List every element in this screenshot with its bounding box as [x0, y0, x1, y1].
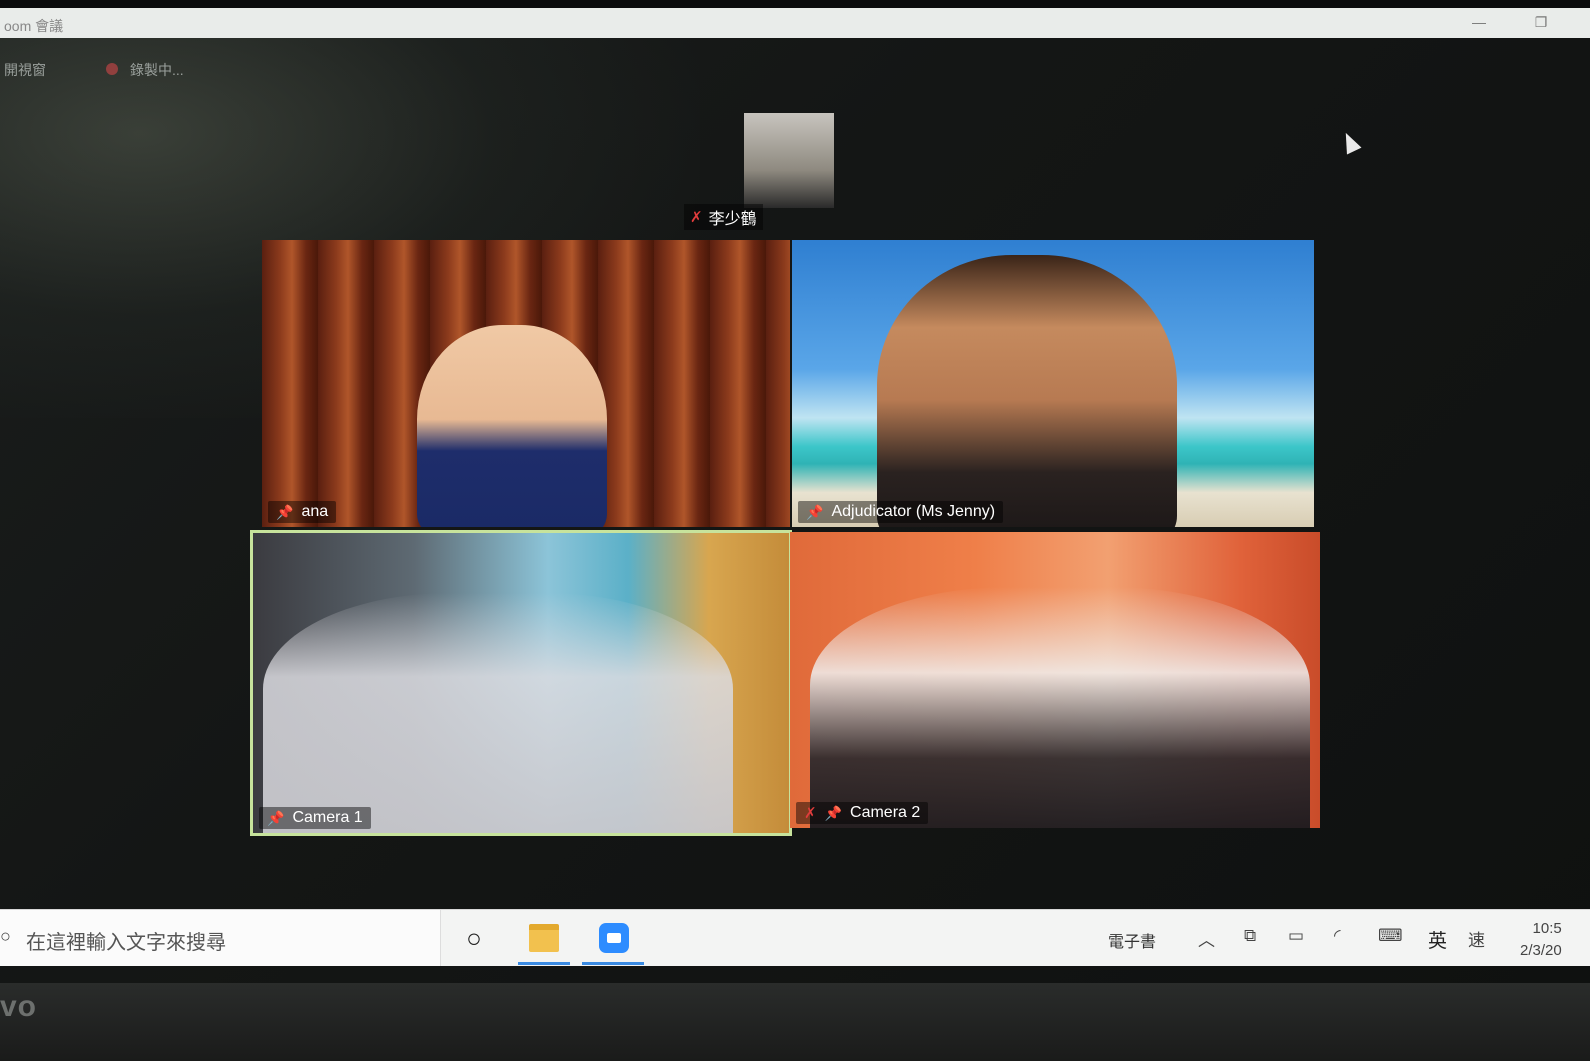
video-tile-ana[interactable]: 📌 ana — [262, 240, 790, 527]
windows-taskbar: ○ 在這裡輸入文字來搜尋 ○ 電子書 ︿ ⧉ ▭ ◜ ⌨ 英 速 10:5 2/… — [0, 909, 1590, 966]
participant-name: Camera 2 — [850, 804, 921, 821]
pin-icon: 📌 — [267, 809, 285, 826]
participant-video — [877, 255, 1177, 527]
monitor-bezel — [0, 983, 1590, 1061]
explorer-active-indicator — [518, 962, 570, 965]
window-title: oom 會議 — [4, 18, 64, 34]
video-tile-adjudicator[interactable]: 📌 Adjudicator (Ms Jenny) — [792, 240, 1314, 527]
clock-time: 10:5 — [1532, 920, 1562, 937]
recording-status: 錄製中... — [130, 62, 184, 78]
ime-speed[interactable]: 速 — [1468, 926, 1485, 951]
view-button[interactable]: 開視窗 — [4, 60, 46, 80]
wifi-icon[interactable]: ◜ — [1334, 926, 1341, 946]
participant-video — [417, 325, 607, 527]
window-titlebar: oom 會議 — ❐ — [0, 8, 1590, 38]
self-view-name: 李少鶴 — [708, 211, 757, 228]
taskbar-clock[interactable]: 10:5 2/3/20 — [1520, 918, 1562, 962]
participant-name: Adjudicator (Ms Jenny) — [831, 503, 996, 520]
ebook-toolbar-label[interactable]: 電子書 — [1108, 928, 1156, 952]
zoom-active-indicator — [582, 962, 644, 965]
recording-icon — [106, 63, 118, 75]
participant-video — [263, 593, 733, 833]
keyboard-icon[interactable]: ⌨ — [1378, 926, 1403, 946]
pin-icon: 📌 — [276, 503, 294, 520]
ime-mode[interactable]: 英 — [1428, 926, 1447, 953]
taskbar-search-box[interactable]: ○ 在這裡輸入文字來搜尋 — [0, 910, 441, 966]
zoom-app-icon[interactable] — [596, 922, 632, 954]
participant-name: Camera 1 — [292, 809, 363, 826]
self-view-tile[interactable] — [744, 113, 834, 208]
tile-label: 📌 ana — [268, 501, 337, 523]
mic-off-icon: ✗ — [804, 805, 817, 822]
restore-button[interactable]: ❐ — [1530, 12, 1552, 32]
pin-icon: 📌 — [824, 804, 843, 821]
video-tile-camera-2[interactable]: ✗ 📌 Camera 2 — [790, 532, 1320, 828]
self-view-label: ✗ 李少鶴 — [684, 204, 763, 230]
tile-label: 📌 Camera 1 — [259, 807, 371, 829]
pin-icon: 📌 — [806, 503, 824, 520]
search-icon: ○ — [0, 926, 11, 946]
clock-date: 2/3/20 — [1520, 942, 1562, 959]
brand-logo: vo — [0, 990, 38, 1023]
minimize-button[interactable]: — — [1468, 12, 1490, 32]
participant-video — [810, 587, 1310, 828]
tile-label: 📌 Adjudicator (Ms Jenny) — [798, 501, 1004, 523]
camera-tray-icon[interactable]: ⧉ — [1244, 926, 1256, 946]
mic-off-icon: ✗ — [690, 209, 703, 226]
cortana-icon[interactable]: ○ — [456, 922, 492, 954]
video-tile-camera-1[interactable]: 📌 Camera 1 — [250, 530, 792, 836]
battery-icon[interactable]: ▭ — [1288, 926, 1304, 946]
file-explorer-icon[interactable] — [526, 922, 562, 954]
tile-label: ✗ 📌 Camera 2 — [796, 802, 929, 824]
search-placeholder: 在這裡輸入文字來搜尋 — [26, 932, 226, 954]
chevron-up-icon[interactable]: ︿ — [1198, 926, 1215, 951]
participant-name: ana — [301, 503, 329, 520]
